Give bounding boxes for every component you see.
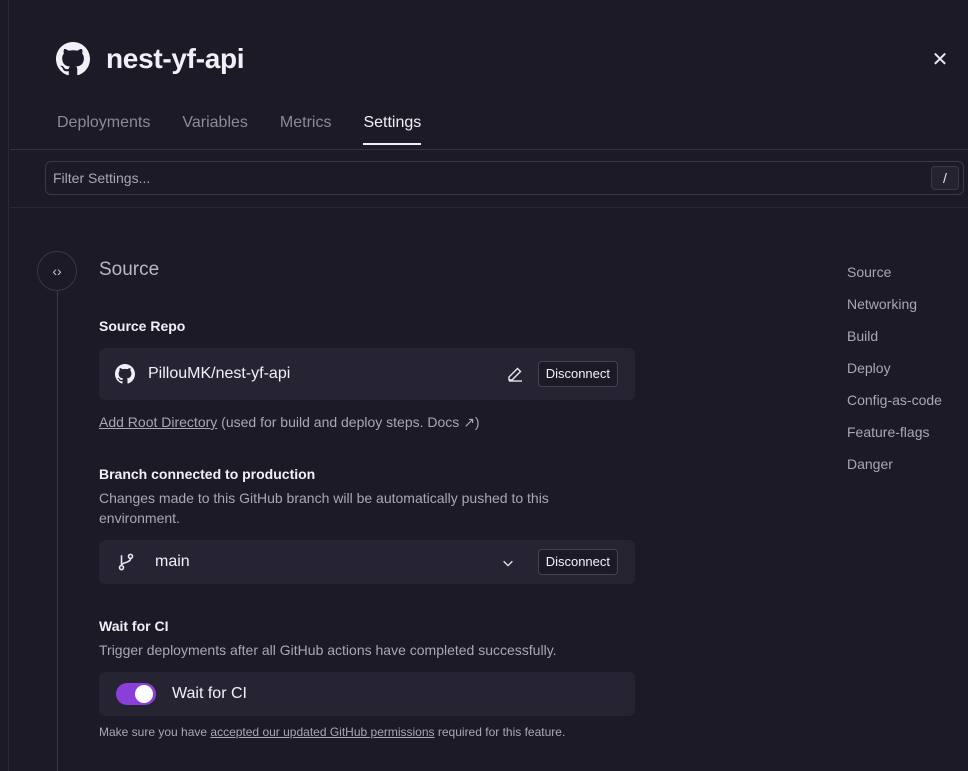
branch-disconnect-button[interactable]: Disconnect <box>537 549 618 575</box>
nav-danger[interactable]: Danger <box>847 455 942 473</box>
filter-divider <box>10 207 968 208</box>
source-repo-label: Source Repo <box>99 318 186 334</box>
edit-pencil-icon[interactable] <box>507 366 523 382</box>
filter-settings-box: / <box>45 161 964 195</box>
filter-settings-input[interactable] <box>46 162 963 194</box>
repo-name[interactable]: PillouMK/nest-yf-api <box>148 365 290 383</box>
tab-variables[interactable]: Variables <box>182 114 248 144</box>
git-branch-icon <box>118 553 134 571</box>
tabs-divider <box>10 149 968 150</box>
tab-settings[interactable]: Settings <box>363 114 421 145</box>
tab-metrics[interactable]: Metrics <box>280 114 332 144</box>
wait-ci-description: Trigger deployments after all GitHub act… <box>99 642 557 658</box>
tab-deployments[interactable]: Deployments <box>57 114 150 144</box>
wait-ci-toggle-label: Wait for CI <box>172 685 247 702</box>
wait-ci-note: Make sure you have accepted our updated … <box>99 725 565 739</box>
note-prefix: Make sure you have <box>99 725 211 739</box>
close-button[interactable]: ✕ <box>930 50 950 70</box>
github-permissions-link[interactable]: accepted our updated GitHub permissions <box>210 725 434 739</box>
github-icon <box>115 364 135 384</box>
code-icon: ‹› <box>52 263 62 279</box>
branch-label: Branch connected to production <box>99 466 316 482</box>
section-icon-circle: ‹› <box>37 251 77 291</box>
left-panel-edge <box>0 0 9 771</box>
nav-deploy[interactable]: Deploy <box>847 359 942 377</box>
nav-networking[interactable]: Networking <box>847 295 942 313</box>
nav-build[interactable]: Build <box>847 327 942 345</box>
branch-value: main <box>155 553 190 570</box>
wait-ci-card: Wait for CI <box>99 672 635 716</box>
github-icon <box>56 42 90 76</box>
shortcut-key-badge: / <box>931 166 959 190</box>
branch-select-card[interactable]: main Disconnect <box>99 540 635 584</box>
close-icon: ✕ <box>931 49 949 71</box>
nav-config-as-code[interactable]: Config-as-code <box>847 391 942 409</box>
add-root-directory-link[interactable]: Add Root Directory <box>99 414 217 430</box>
note-suffix: required for this feature. <box>434 725 566 739</box>
branch-description: Changes made to this GitHub branch will … <box>99 490 549 526</box>
timeline-line <box>57 291 58 771</box>
source-repo-card: PillouMK/nest-yf-api Disconnect <box>99 348 635 400</box>
section-title: Source <box>99 259 160 280</box>
nav-feature-flags[interactable]: Feature-flags <box>847 423 942 441</box>
tab-bar: Deployments Variables Metrics Settings <box>57 114 421 145</box>
service-header: nest-yf-api <box>56 42 245 76</box>
add-root-directory-hint: (used for build and deploy steps. Docs ↗… <box>217 414 480 430</box>
wait-ci-label: Wait for CI <box>99 618 169 634</box>
chevron-down-icon[interactable] <box>501 556 515 570</box>
wait-ci-toggle[interactable] <box>116 683 156 705</box>
add-root-directory-row: Add Root Directory (used for build and d… <box>99 412 480 432</box>
nav-source[interactable]: Source <box>847 263 942 281</box>
service-title: nest-yf-api <box>106 43 245 74</box>
settings-section-nav: Source Networking Build Deploy Config-as… <box>847 263 942 473</box>
repo-disconnect-button[interactable]: Disconnect <box>537 361 618 387</box>
